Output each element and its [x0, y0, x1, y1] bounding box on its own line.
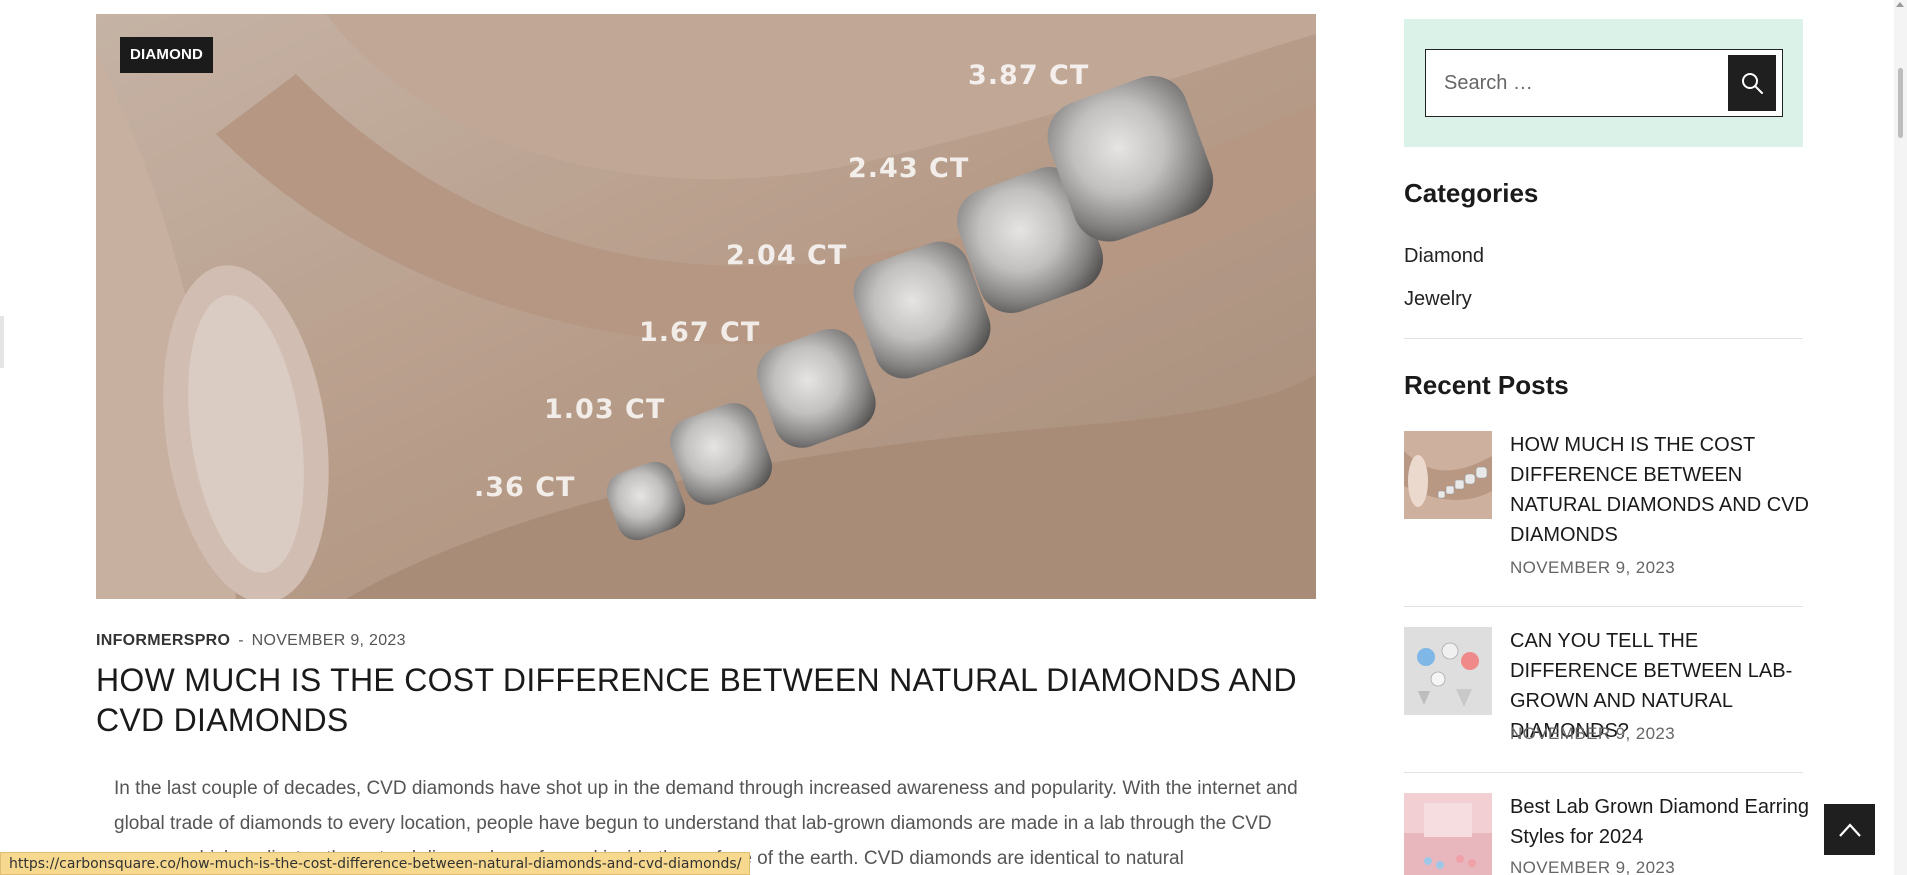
divider: [1404, 606, 1803, 607]
scroll-up-arrow-icon[interactable]: [1896, 2, 1904, 7]
post-date[interactable]: NOVEMBER 9, 2023: [252, 632, 406, 650]
category-link-diamond[interactable]: Diamond: [1404, 245, 1484, 268]
featured-image[interactable]: 3.87 CT 2.43 CT 2.04 CT 1.67 CT 1.03 CT …: [96, 14, 1316, 599]
category-tag[interactable]: DIAMOND: [120, 37, 214, 73]
scroll-thumb[interactable]: [1898, 68, 1903, 138]
edge-tab[interactable]: [0, 316, 4, 368]
divider: [1404, 338, 1803, 339]
divider: [1404, 772, 1803, 773]
post-meta: INFORMERSPRO - NOVEMBER 9, 2023: [96, 632, 406, 650]
recent-post-title[interactable]: HOW MUCH IS THE COST DIFFERENCE BETWEEN …: [1510, 430, 1810, 550]
loose-diamonds-thumbnail: [1404, 627, 1492, 715]
recent-post-title[interactable]: Best Lab Grown Diamond Earring Styles fo…: [1510, 792, 1810, 852]
recent-post-thumbnail[interactable]: [1404, 431, 1492, 519]
search-button[interactable]: [1728, 55, 1776, 111]
chevron-up-icon: [1838, 822, 1861, 837]
carat-label: 2.43 CT: [848, 153, 970, 184]
recent-post-thumbnail[interactable]: [1404, 793, 1492, 875]
link-status-bar: https://carbonsquare.co/how-much-is-the-…: [0, 852, 751, 875]
diamond-ring-thumbnail: [1404, 431, 1492, 519]
search-form: [1425, 49, 1783, 117]
scrollbar[interactable]: [1894, 0, 1907, 875]
recent-post-date: NOVEMBER 9, 2023: [1510, 558, 1676, 577]
diamond-ring-photo: [96, 14, 1316, 599]
meta-separator: -: [238, 632, 244, 649]
recent-post-thumbnail[interactable]: [1404, 627, 1492, 715]
post-title[interactable]: HOW MUCH IS THE COST DIFFERENCE BETWEEN …: [96, 660, 1336, 740]
recent-posts-title: Recent Posts: [1404, 370, 1569, 400]
post-author[interactable]: INFORMERSPRO: [96, 632, 230, 650]
recent-post-date: NOVEMBER 9, 2023: [1510, 724, 1676, 743]
search-icon: [1742, 73, 1763, 94]
category-link-jewelry[interactable]: Jewelry: [1404, 288, 1472, 311]
carat-label: .36 CT: [474, 472, 576, 503]
carat-label: 2.04 CT: [726, 240, 848, 271]
search-widget: [1404, 19, 1803, 147]
categories-title: Categories: [1404, 178, 1539, 208]
carat-label: 1.03 CT: [544, 394, 666, 425]
recent-post-date: NOVEMBER 9, 2023: [1510, 858, 1676, 875]
carat-label: 1.67 CT: [639, 317, 761, 348]
earrings-thumbnail: [1404, 793, 1492, 875]
carat-label: 3.87 CT: [968, 60, 1090, 91]
back-to-top-button[interactable]: [1824, 804, 1875, 855]
search-input[interactable]: [1426, 50, 1726, 116]
